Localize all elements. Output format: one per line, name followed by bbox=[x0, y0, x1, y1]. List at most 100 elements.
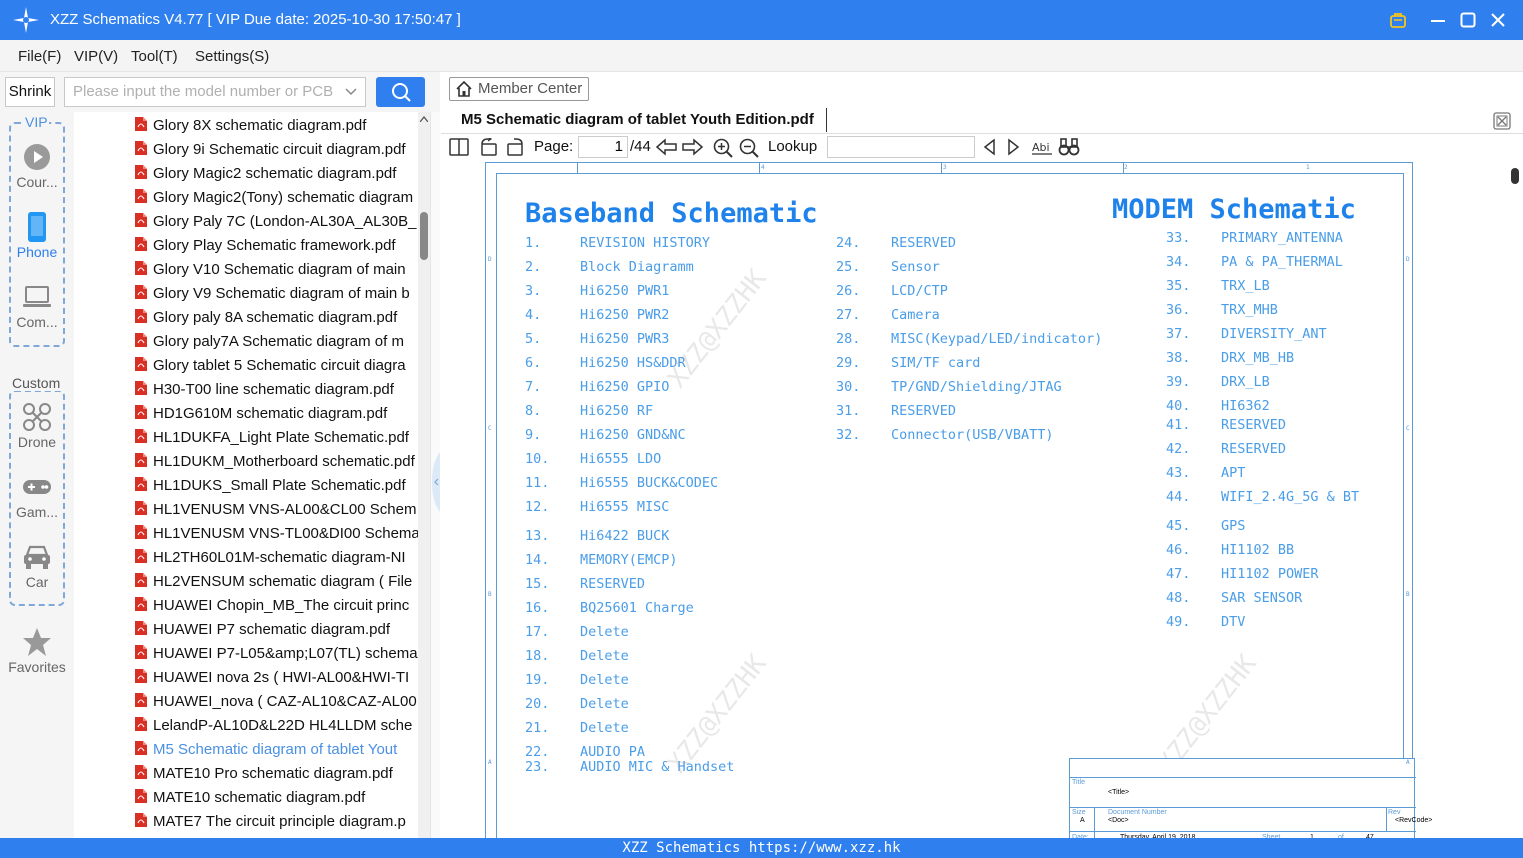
index-number: 7. bbox=[525, 379, 542, 395]
file-name: Glory Magic2(Tony) schematic diagram bbox=[153, 189, 414, 206]
index-entry: AUDIO MIC & Handset bbox=[580, 759, 735, 775]
file-list-item[interactable]: HUAWEI P7 schematic diagram.pdf bbox=[134, 620, 418, 644]
zoom-out-icon[interactable] bbox=[739, 138, 759, 158]
category-courses[interactable]: Cour... bbox=[0, 140, 74, 190]
viewer-scrollbar[interactable] bbox=[1507, 160, 1523, 838]
file-list-item[interactable]: Glory paly7A Schematic diagram of m bbox=[134, 332, 418, 356]
file-list-item[interactable]: LelandP-AL10D&L22D HL4LLDM sche bbox=[134, 716, 418, 740]
file-list-item[interactable]: Glory Magic2 schematic diagram.pdf bbox=[134, 164, 418, 188]
close-button[interactable] bbox=[1486, 8, 1510, 32]
file-list-item[interactable]: HD1G610M schematic diagram.pdf bbox=[134, 404, 418, 428]
file-list-item[interactable]: M5 Schematic diagram of tablet Yout bbox=[134, 740, 418, 764]
collapse-panel-icon[interactable] bbox=[432, 452, 440, 512]
pdf-file-icon bbox=[135, 405, 147, 419]
find-next-icon[interactable] bbox=[1007, 138, 1021, 156]
size-value: A bbox=[1080, 817, 1085, 824]
category-computer[interactable]: Com... bbox=[0, 280, 74, 330]
index-number: 35. bbox=[1166, 278, 1191, 294]
category-phone[interactable]: Phone bbox=[0, 210, 74, 260]
drone-icon bbox=[23, 403, 51, 431]
file-list-item[interactable]: Glory 8X schematic diagram.pdf bbox=[134, 116, 418, 140]
file-list-item[interactable]: HL1DUKS_Small Plate Schematic.pdf bbox=[134, 476, 418, 500]
ruler-label: C bbox=[488, 425, 492, 432]
index-entry: REVISION HISTORY bbox=[580, 235, 711, 251]
baseband-title: Baseband Schematic bbox=[525, 198, 818, 229]
index-entry: Hi6250 GND&NC bbox=[580, 427, 686, 443]
panel-splitter[interactable] bbox=[430, 112, 440, 838]
file-name: HL1VENUSM VNS-TL00&DI00 Schema bbox=[153, 525, 418, 542]
file-list-item[interactable]: Glory V10 Schematic diagram of main bbox=[134, 260, 418, 284]
file-name: MATE10 schematic diagram.pdf bbox=[153, 789, 366, 806]
menu-file[interactable]: File(F) bbox=[18, 48, 61, 65]
index-entry: Hi6250 PWR2 bbox=[580, 307, 670, 323]
index-entry: WIFI_2.4G_5G & BT bbox=[1221, 489, 1360, 505]
file-list-item[interactable]: Glory paly 8A schematic diagram.pdf bbox=[134, 308, 418, 332]
minimize-button[interactable] bbox=[1426, 8, 1450, 32]
scroll-up-icon[interactable] bbox=[420, 116, 428, 122]
category-label: Drone bbox=[17, 434, 57, 450]
file-list-item[interactable]: Glory Paly 7C (London-AL30A_AL30B_ bbox=[134, 212, 418, 236]
file-list-item[interactable]: HL1VENUSM VNS-TL00&DI00 Schema bbox=[134, 524, 418, 548]
index-entry: AUDIO PA bbox=[580, 744, 646, 760]
document-tab[interactable]: M5 Schematic diagram of tablet Youth Edi… bbox=[441, 106, 1523, 134]
file-list-item[interactable]: HL1VENUSM VNS-AL00&CL00 Schem bbox=[134, 500, 418, 524]
find-prev-icon[interactable] bbox=[982, 138, 996, 156]
file-list-item[interactable]: HUAWEI P7-L05&amp;L07(TL) schema bbox=[134, 644, 418, 668]
file-list-item[interactable]: Glory 9i Schematic circuit diagram.pdf bbox=[134, 140, 418, 164]
prev-page-icon[interactable] bbox=[656, 138, 678, 156]
sidebar-toggle-icon[interactable] bbox=[449, 138, 469, 156]
index-entry: RESERVED bbox=[891, 235, 957, 251]
category-games[interactable]: Gam... bbox=[0, 470, 74, 520]
maximize-button[interactable] bbox=[1456, 8, 1480, 32]
pdf-file-icon bbox=[135, 621, 147, 635]
file-list-item[interactable]: MATE7 The circuit principle diagram.p bbox=[134, 812, 418, 836]
file-list-item[interactable]: Glory tablet 5 Schematic circuit diagra bbox=[134, 356, 418, 380]
match-case-icon[interactable]: Abi bbox=[1031, 138, 1053, 156]
file-list-item[interactable]: HL2VENSUM schematic diagram ( File bbox=[134, 572, 418, 596]
lookup-input[interactable] bbox=[827, 136, 975, 158]
vip-bag-icon[interactable] bbox=[1386, 8, 1410, 32]
pdf-file-icon bbox=[135, 261, 147, 275]
file-list-item[interactable]: Glory Play Schematic framework.pdf bbox=[134, 236, 418, 260]
category-drone[interactable]: Drone bbox=[0, 400, 74, 450]
pdf-file-icon bbox=[135, 717, 147, 731]
category-car[interactable]: Car bbox=[0, 540, 74, 590]
menu-tool[interactable]: Tool(T) bbox=[131, 48, 178, 65]
file-list-item[interactable]: HUAWEI nova 2s ( HWI-AL00&HWI-TI bbox=[134, 668, 418, 692]
file-list-item[interactable]: MATE10 schematic diagram.pdf bbox=[134, 788, 418, 812]
close-tab-icon[interactable] bbox=[1493, 112, 1511, 130]
menu-vip[interactable]: VIP(V) bbox=[74, 48, 118, 65]
next-page-icon[interactable] bbox=[681, 138, 703, 156]
file-name: HUAWEI Chopin_MB_The circuit princ bbox=[153, 597, 410, 614]
viewer-scrollbar-thumb[interactable] bbox=[1511, 168, 1519, 184]
member-center-button[interactable]: Member Center bbox=[449, 77, 589, 101]
zoom-in-icon[interactable] bbox=[713, 138, 733, 158]
file-list-item[interactable]: H30-T00 line schematic diagram.pdf bbox=[134, 380, 418, 404]
index-number: 17. bbox=[525, 624, 550, 640]
file-list-item[interactable]: Glory Magic2(Tony) schematic diagram bbox=[134, 188, 418, 212]
category-favorites[interactable]: Favorites bbox=[0, 625, 74, 675]
file-list-item[interactable]: HL2TH60L01M-schematic diagram-NI bbox=[134, 548, 418, 572]
file-list-item[interactable]: Glory V9 Schematic diagram of main b bbox=[134, 284, 418, 308]
file-list-scrollbar[interactable] bbox=[418, 112, 430, 838]
menu-settings[interactable]: Settings(S) bbox=[195, 48, 269, 65]
search-button[interactable] bbox=[376, 77, 425, 107]
shrink-button[interactable]: Shrink bbox=[5, 77, 55, 107]
rev-value: <RevCode> bbox=[1395, 817, 1433, 824]
file-list-item[interactable]: MATE10 Pro schematic diagram.pdf bbox=[134, 764, 418, 788]
chevron-down-icon[interactable] bbox=[345, 87, 357, 97]
file-list-item[interactable]: HUAWEI Chopin_MB_The circuit princ bbox=[134, 596, 418, 620]
menu-bar: File(F) VIP(V) Tool(T) Settings(S) bbox=[0, 40, 1523, 72]
page-number-input[interactable]: 1 bbox=[578, 136, 628, 158]
rotate-left-icon[interactable] bbox=[479, 138, 499, 156]
search-input[interactable]: Please input the model number or PCB bbox=[64, 77, 366, 107]
pdf-viewer[interactable]: Baseband Schematic MODEM Schematic 1. REV… bbox=[441, 160, 1523, 852]
file-list-item[interactable]: HL1DUKFA_Light Plate Schematic.pdf bbox=[134, 428, 418, 452]
file-list-item[interactable]: HL1DUKM_Motherboard schematic.pdf bbox=[134, 452, 418, 476]
scrollbar-thumb[interactable] bbox=[420, 212, 428, 260]
rotate-right-icon[interactable] bbox=[505, 138, 525, 156]
binoculars-icon[interactable] bbox=[1058, 138, 1080, 156]
file-list-item[interactable]: HUAWEI_nova ( CAZ-AL10&CAZ-AL00 bbox=[134, 692, 418, 716]
index-entry: Hi6250 RF bbox=[580, 403, 654, 419]
pdf-toolbar: Page: 1 /44 Lookup Abi bbox=[441, 134, 1523, 160]
